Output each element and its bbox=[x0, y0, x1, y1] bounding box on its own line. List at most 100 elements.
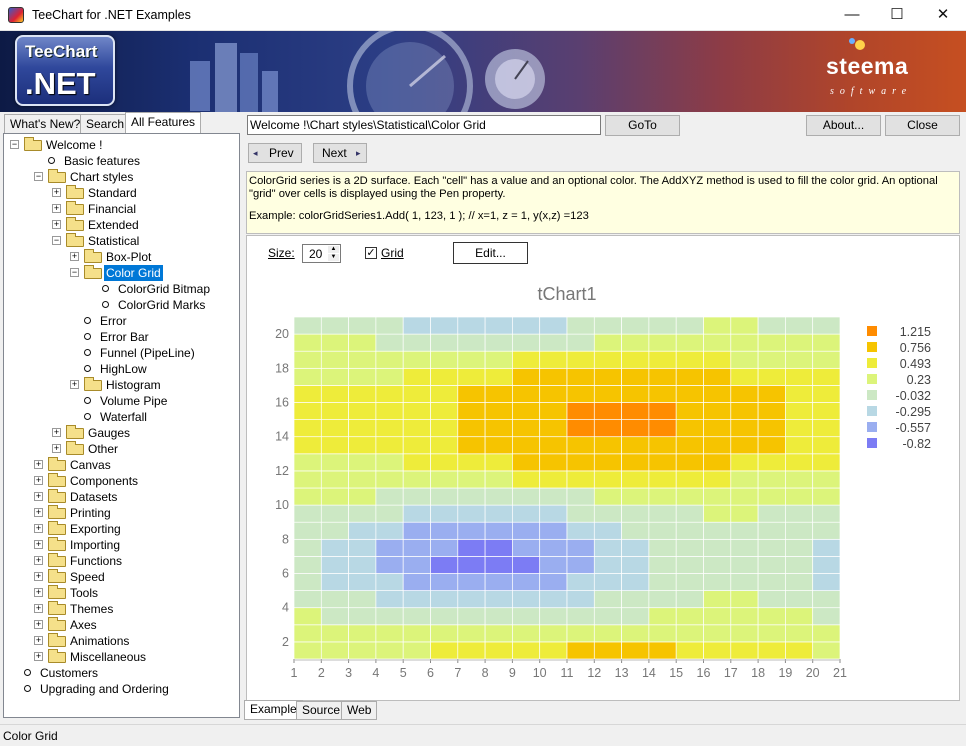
next-button[interactable]: Next ▸ bbox=[313, 143, 367, 163]
feature-tree[interactable]: − Welcome ! Basic features − Chart styles + St… bbox=[3, 133, 240, 718]
grid-cell bbox=[457, 453, 486, 472]
tree-item[interactable]: + Extended bbox=[4, 217, 239, 233]
edit-button[interactable]: Edit... bbox=[453, 242, 528, 264]
expand-icon[interactable]: + bbox=[34, 556, 43, 565]
close-window-button[interactable]: ✕ bbox=[920, 0, 966, 30]
tree-item[interactable]: Basic features bbox=[4, 153, 239, 169]
tree-item[interactable]: + Financial bbox=[4, 201, 239, 217]
tree-item[interactable]: Waterfall bbox=[4, 409, 239, 425]
tree-item[interactable]: HighLow bbox=[4, 361, 239, 377]
tab-source[interactable]: Source bbox=[296, 701, 347, 720]
grid-cell bbox=[539, 556, 568, 574]
tree-item[interactable]: + Exporting bbox=[4, 521, 239, 537]
expand-icon[interactable]: + bbox=[52, 204, 61, 213]
collapse-icon[interactable]: − bbox=[70, 268, 79, 277]
expand-icon[interactable]: + bbox=[34, 652, 43, 661]
collapse-icon[interactable]: − bbox=[10, 140, 19, 149]
expand-icon[interactable]: + bbox=[34, 476, 43, 485]
goto-button[interactable]: GoTo bbox=[605, 115, 680, 136]
grid-cell bbox=[730, 367, 759, 386]
about-button[interactable]: About... bbox=[806, 115, 881, 136]
tree-item[interactable]: + Canvas bbox=[4, 457, 239, 473]
tree-item[interactable]: + Importing bbox=[4, 537, 239, 553]
expand-icon[interactable]: + bbox=[52, 220, 61, 229]
grid-checkbox[interactable]: ✓ bbox=[365, 247, 377, 259]
tab-search[interactable]: Search bbox=[80, 114, 131, 134]
color-grid-chart[interactable]: tChart11 2 3 4 5 6 7 8 9 10 11 12 13 14 15 16 17 18 19 20 21… bbox=[247, 276, 959, 700]
expand-icon[interactable]: + bbox=[52, 188, 61, 197]
tree-item[interactable]: + Animations bbox=[4, 633, 239, 649]
expand-icon[interactable]: + bbox=[34, 540, 43, 549]
y-tick-label: 12 bbox=[275, 464, 289, 478]
tree-item[interactable]: − Welcome ! bbox=[4, 137, 239, 153]
grid-cell bbox=[320, 316, 349, 335]
tree-item[interactable]: − Chart styles bbox=[4, 169, 239, 185]
tree-item[interactable]: + Components bbox=[4, 473, 239, 489]
path-input[interactable]: Welcome !\Chart styles\Statistical\Color… bbox=[247, 115, 601, 135]
expand-icon[interactable]: + bbox=[34, 492, 43, 501]
tree-item[interactable]: + Histogram bbox=[4, 377, 239, 393]
tree-item[interactable]: Volume Pipe bbox=[4, 393, 239, 409]
tree-item[interactable]: Funnel (PipeLine) bbox=[4, 345, 239, 361]
size-spinner[interactable]: 20 ▲ ▼ bbox=[302, 244, 341, 263]
tab-all-features[interactable]: All Features bbox=[125, 112, 202, 134]
expand-icon[interactable]: + bbox=[34, 460, 43, 469]
tree-item[interactable]: − Color Grid bbox=[4, 265, 239, 281]
grid-cell bbox=[566, 590, 595, 609]
grid-cell bbox=[648, 367, 677, 386]
legend-swatch bbox=[867, 342, 877, 352]
leaf-icon bbox=[84, 317, 91, 324]
tree-item[interactable]: + Datasets bbox=[4, 489, 239, 505]
prev-button[interactable]: ◂ Prev bbox=[248, 143, 302, 163]
tree-item[interactable]: + Box-Plot bbox=[4, 249, 239, 265]
y-tick-label: 6 bbox=[282, 567, 289, 581]
expand-icon[interactable]: + bbox=[70, 252, 79, 261]
expand-icon[interactable]: + bbox=[34, 636, 43, 645]
tree-item[interactable]: + Other bbox=[4, 441, 239, 457]
spin-up-icon[interactable]: ▲ bbox=[328, 246, 339, 253]
grid-cell bbox=[675, 556, 704, 574]
spin-down-icon[interactable]: ▼ bbox=[328, 254, 339, 261]
tree-item[interactable]: + Axes bbox=[4, 617, 239, 633]
tree-item[interactable]: + Functions bbox=[4, 553, 239, 569]
tree-item-label: Histogram bbox=[106, 378, 161, 392]
expand-icon[interactable]: + bbox=[34, 524, 43, 533]
tree-item[interactable]: + Speed bbox=[4, 569, 239, 585]
tree-item[interactable]: + Standard bbox=[4, 185, 239, 201]
expand-icon[interactable]: + bbox=[34, 508, 43, 517]
tree-item[interactable]: Customers bbox=[4, 665, 239, 681]
maximize-button[interactable]: ☐ bbox=[874, 0, 920, 30]
tree-item[interactable]: ColorGrid Marks bbox=[4, 297, 239, 313]
grid-cell bbox=[648, 538, 677, 557]
collapse-icon[interactable]: − bbox=[52, 236, 61, 245]
tree-item[interactable]: Upgrading and Ordering bbox=[4, 681, 239, 697]
tab-whats-new[interactable]: What's New? bbox=[4, 114, 87, 134]
grid-cell bbox=[593, 453, 622, 472]
tree-item[interactable]: Error Bar bbox=[4, 329, 239, 345]
expand-icon[interactable]: + bbox=[34, 572, 43, 581]
minimize-button[interactable]: — bbox=[829, 0, 875, 30]
tree-item-label: Waterfall bbox=[100, 410, 147, 424]
close-button[interactable]: Close bbox=[885, 115, 960, 136]
grid-cell bbox=[348, 333, 377, 352]
expand-icon[interactable]: + bbox=[52, 428, 61, 437]
tree-item[interactable]: + Printing bbox=[4, 505, 239, 521]
expand-icon[interactable]: + bbox=[70, 380, 79, 389]
tree-item[interactable]: Error bbox=[4, 313, 239, 329]
expand-icon[interactable]: + bbox=[52, 444, 61, 453]
legend-label: -0.557 bbox=[896, 421, 931, 435]
tree-item[interactable]: ColorGrid Bitmap bbox=[4, 281, 239, 297]
expand-icon[interactable]: + bbox=[34, 588, 43, 597]
tree-item[interactable]: + Tools bbox=[4, 585, 239, 601]
tree-item[interactable]: + Gauges bbox=[4, 425, 239, 441]
tree-item[interactable]: + Miscellaneous bbox=[4, 649, 239, 665]
expand-icon[interactable]: + bbox=[34, 620, 43, 629]
grid-cell bbox=[512, 590, 541, 609]
tab-example[interactable]: Example bbox=[244, 700, 303, 720]
tree-item[interactable]: + Themes bbox=[4, 601, 239, 617]
grid-cell bbox=[621, 333, 650, 352]
collapse-icon[interactable]: − bbox=[34, 172, 43, 181]
tree-item[interactable]: − Statistical bbox=[4, 233, 239, 249]
expand-icon[interactable]: + bbox=[34, 604, 43, 613]
tab-web[interactable]: Web bbox=[341, 701, 378, 720]
